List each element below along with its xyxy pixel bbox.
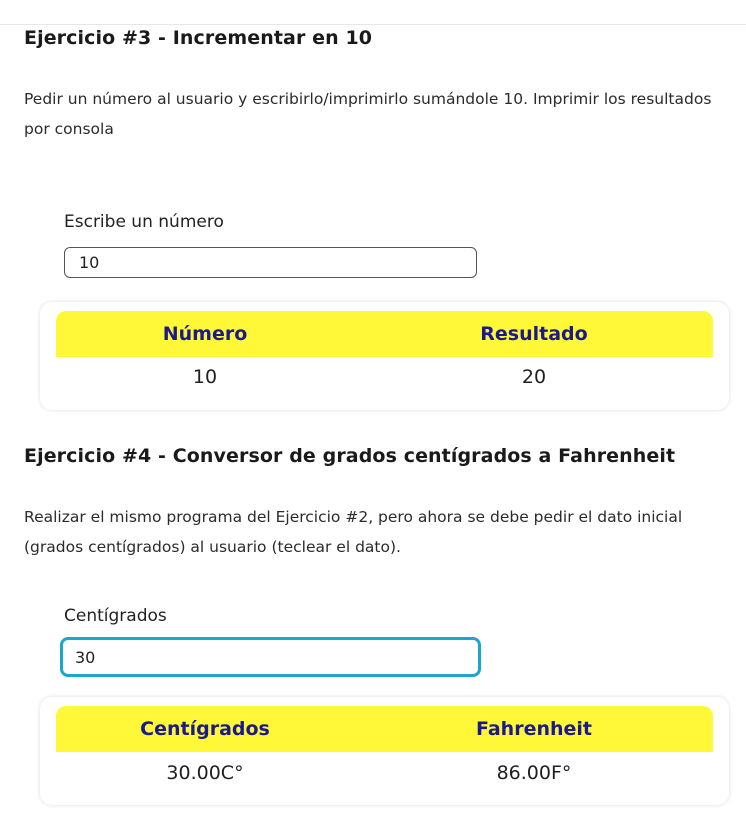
cell-numero-value: 10 [192, 366, 218, 388]
exercise-4-description-block: Realizar el mismo programa del Ejercicio… [24, 502, 740, 562]
column-header-resultado: Resultado [480, 323, 588, 345]
top-divider [0, 24, 746, 25]
centigrados-input[interactable] [60, 637, 481, 677]
cell-fahrenheit-value: 86.00F° [496, 762, 572, 784]
cell-centigrados-value: 30.00C° [166, 762, 244, 784]
exercise-3-table-header: Número Resultado [56, 311, 713, 357]
column-header-centigrados: Centígrados [140, 718, 270, 740]
cell-resultado-value: 20 [521, 366, 547, 388]
column-header-fahrenheit: Fahrenheit [475, 718, 592, 740]
exercise-3-title: Ejercicio #3 - Incrementar en 10 [24, 27, 373, 49]
exercise-4-description: Realizar el mismo programa del Ejercicio… [24, 508, 683, 556]
exercise-3-section: Ejercicio #3 - Incrementar en 10 [24, 27, 736, 49]
exercise-4-section: Ejercicio #4 - Conversor de grados centí… [24, 445, 736, 467]
exercise-4-title: Ejercicio #4 - Conversor de grados centí… [24, 445, 676, 467]
exercise-4-result-card: Centígrados Fahrenheit 30.00C° 86.00F° [40, 697, 729, 805]
exercise-3-description-block: Pedir un número al usuario y escribirlo/… [24, 84, 724, 144]
exercise-4-table-header: Centígrados Fahrenheit [56, 706, 713, 752]
number-input[interactable] [64, 247, 477, 278]
centigrados-input-label: Centígrados [64, 606, 167, 626]
exercise-3-result-card: Número Resultado 10 20 [40, 302, 729, 410]
number-input-label: Escribe un número [64, 212, 224, 232]
column-header-numero: Número [162, 323, 248, 345]
exercise-3-description: Pedir un número al usuario y escribirlo/… [24, 90, 712, 138]
